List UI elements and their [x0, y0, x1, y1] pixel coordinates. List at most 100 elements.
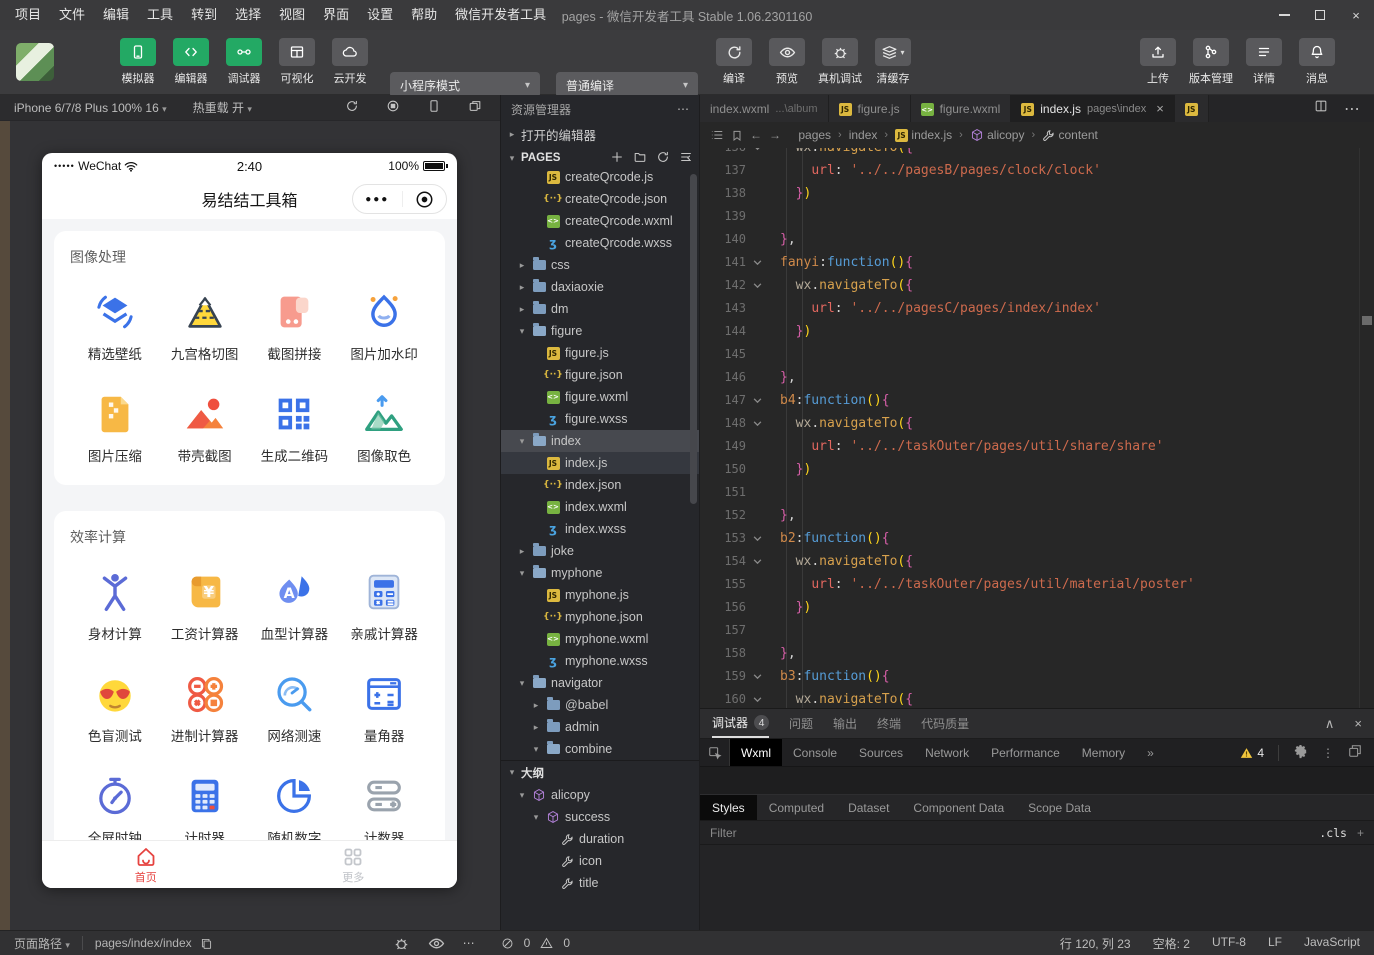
- fold-icon[interactable]: [746, 688, 768, 708]
- tree-item-admin[interactable]: ▸admin: [501, 716, 699, 738]
- action-详情[interactable]: 详情: [1244, 38, 1284, 86]
- app-item-精选壁纸[interactable]: 精选壁纸: [70, 289, 160, 363]
- debugger-tab-问题[interactable]: 问题: [789, 715, 813, 732]
- action-编译[interactable]: 编译: [714, 38, 754, 86]
- devtools-tab-Console[interactable]: Console: [782, 739, 848, 766]
- close-tab-icon[interactable]: ×: [1156, 101, 1164, 116]
- debugger-tab-调试器[interactable]: 调试器4: [712, 709, 769, 738]
- tree-item-createQrcode.wxml[interactable]: <>createQrcode.wxml: [501, 210, 699, 232]
- inspect-element-icon[interactable]: [700, 739, 730, 766]
- app-item-图像取色[interactable]: 图像取色: [339, 391, 429, 465]
- menu-item-转到[interactable]: 转到: [182, 0, 226, 30]
- tree-item-figure.wxml[interactable]: <>figure.wxml: [501, 386, 699, 408]
- bookmark-icon[interactable]: [731, 129, 743, 142]
- fold-icon[interactable]: [746, 389, 768, 412]
- multi-window-icon[interactable]: [468, 99, 482, 116]
- capsule-menu[interactable]: ●●●: [352, 184, 447, 214]
- action-消息[interactable]: 消息: [1297, 38, 1337, 86]
- tree-item-combine[interactable]: ▾combine: [501, 738, 699, 760]
- app-item-图片加水印[interactable]: 图片加水印: [339, 289, 429, 363]
- tree-item-icon[interactable]: icon: [501, 850, 699, 872]
- styles-tab-Scope Data[interactable]: Scope Data: [1016, 795, 1103, 820]
- phone-tab-更多[interactable]: 更多: [250, 841, 458, 888]
- app-item-计数器[interactable]: 计数器: [339, 773, 429, 840]
- explorer-scrollbar[interactable]: [690, 174, 697, 504]
- tree-item-createQrcode.json[interactable]: {··}createQrcode.json: [501, 188, 699, 210]
- menu-item-微信开发者工具[interactable]: 微信开发者工具: [446, 0, 555, 30]
- tree-item-alicopy[interactable]: ▾alicopy: [501, 784, 699, 806]
- menu-item-编辑[interactable]: 编辑: [94, 0, 138, 30]
- tree-item-myphone.js[interactable]: JSmyphone.js: [501, 584, 699, 606]
- action-版本管理[interactable]: 版本管理: [1191, 38, 1231, 86]
- tree-item-dm[interactable]: ▸dm: [501, 298, 699, 320]
- tree-item-figure.wxss[interactable]: ʒfigure.wxss: [501, 408, 699, 430]
- record-icon[interactable]: [386, 99, 400, 116]
- fold-icon[interactable]: [746, 412, 768, 435]
- tree-item-daxiaoxie[interactable]: ▸daxiaoxie: [501, 276, 699, 298]
- debugger-tab-代码质量[interactable]: 代码质量: [921, 715, 969, 732]
- editor-tab-index.js[interactable]: JSindex.jspages\index×: [1011, 95, 1175, 122]
- menu-item-帮助[interactable]: 帮助: [402, 0, 446, 30]
- outline-section[interactable]: ▾大纲: [501, 760, 699, 784]
- fold-icon[interactable]: [746, 251, 768, 274]
- tree-item-@babel[interactable]: ▸@babel: [501, 694, 699, 716]
- action-上传[interactable]: 上传: [1138, 38, 1178, 86]
- debugger-tab-终端[interactable]: 终端: [877, 715, 901, 732]
- editor-tab-figure.wxml[interactable]: <>figure.wxml: [911, 95, 1012, 122]
- tree-item-title[interactable]: title: [501, 872, 699, 894]
- menu-item-界面[interactable]: 界面: [314, 0, 358, 30]
- menu-item-文件[interactable]: 文件: [50, 0, 94, 30]
- toggle-模拟器[interactable]: 模拟器: [118, 38, 158, 86]
- styles-tab-Component Data[interactable]: Component Data: [901, 795, 1016, 820]
- open-editors-section[interactable]: ▸打开的编辑器: [501, 123, 699, 145]
- menu-item-视图[interactable]: 视图: [270, 0, 314, 30]
- app-item-工资计算器[interactable]: ¥工资计算器: [160, 569, 250, 643]
- popout-icon[interactable]: [1348, 744, 1362, 761]
- page-path-select[interactable]: 页面路径 ▾: [14, 935, 70, 952]
- more-dots-icon[interactable]: ●●●: [365, 194, 389, 205]
- warning-count[interactable]: 4: [1240, 746, 1264, 760]
- tree-item-index[interactable]: ▾index: [501, 430, 699, 452]
- action-预览[interactable]: 预览: [767, 38, 807, 86]
- toggle-调试器[interactable]: 调试器: [224, 38, 264, 86]
- filter-input[interactable]: Filter: [710, 826, 737, 840]
- devtools-tab-Memory[interactable]: Memory: [1071, 739, 1136, 766]
- tree-item-index.wxml[interactable]: <>index.wxml: [501, 496, 699, 518]
- close-panel-icon[interactable]: ×: [1354, 716, 1362, 732]
- editor-tab-figure.js[interactable]: JSfigure.js: [829, 95, 911, 122]
- breadcrumb-item-content[interactable]: content: [1042, 128, 1098, 142]
- tree-item-figure.json[interactable]: {··}figure.json: [501, 364, 699, 386]
- tree-item-css[interactable]: ▸css: [501, 254, 699, 276]
- action-真机调试[interactable]: 真机调试: [820, 38, 860, 86]
- refresh-icon[interactable]: [656, 150, 670, 167]
- preview-icon[interactable]: [428, 935, 445, 952]
- new-folder-icon[interactable]: [633, 150, 647, 167]
- devtools-overflow-icon[interactable]: »: [1136, 739, 1165, 766]
- app-item-亲戚计算器[interactable]: 亲戚计算器: [339, 569, 429, 643]
- menu-item-工具[interactable]: 工具: [138, 0, 182, 30]
- capsule-close-icon[interactable]: [415, 190, 434, 209]
- styles-tab-Computed[interactable]: Computed: [757, 795, 836, 820]
- breadcrumb-item-index.js[interactable]: JS index.js: [895, 128, 952, 142]
- tree-item-duration[interactable]: duration: [501, 828, 699, 850]
- app-item-血型计算器[interactable]: A血型计算器: [250, 569, 340, 643]
- breadcrumb-item-pages[interactable]: pages: [798, 128, 831, 142]
- app-item-色盲测试[interactable]: 色盲测试: [70, 671, 160, 745]
- breadcrumb-item-alicopy[interactable]: alicopy: [970, 128, 1025, 142]
- device-select[interactable]: iPhone 6/7/8 Plus 100% 16 ▾: [14, 101, 167, 115]
- status-more-icon[interactable]: ⋯: [463, 936, 475, 950]
- forward-icon[interactable]: →: [769, 128, 781, 142]
- cls-toggle[interactable]: .cls: [1319, 826, 1347, 840]
- new-file-icon[interactable]: [610, 150, 624, 167]
- editor-tab-index.wxml[interactable]: index.wxml...\album: [700, 95, 829, 122]
- tree-item-index.js[interactable]: JSindex.js: [501, 452, 699, 474]
- tree-item-myphone.json[interactable]: {··}myphone.json: [501, 606, 699, 628]
- back-icon[interactable]: ←: [750, 128, 762, 142]
- fold-icon[interactable]: [746, 274, 768, 297]
- app-item-带壳截图[interactable]: 带壳截图: [160, 391, 250, 465]
- status-item[interactable]: UTF-8: [1212, 935, 1246, 952]
- editor-tab-stub[interactable]: JS: [1175, 95, 1209, 122]
- app-item-随机数字[interactable]: 随机数字: [250, 773, 340, 840]
- fold-icon[interactable]: [746, 527, 768, 550]
- tree-item-myphone.wxml[interactable]: <>myphone.wxml: [501, 628, 699, 650]
